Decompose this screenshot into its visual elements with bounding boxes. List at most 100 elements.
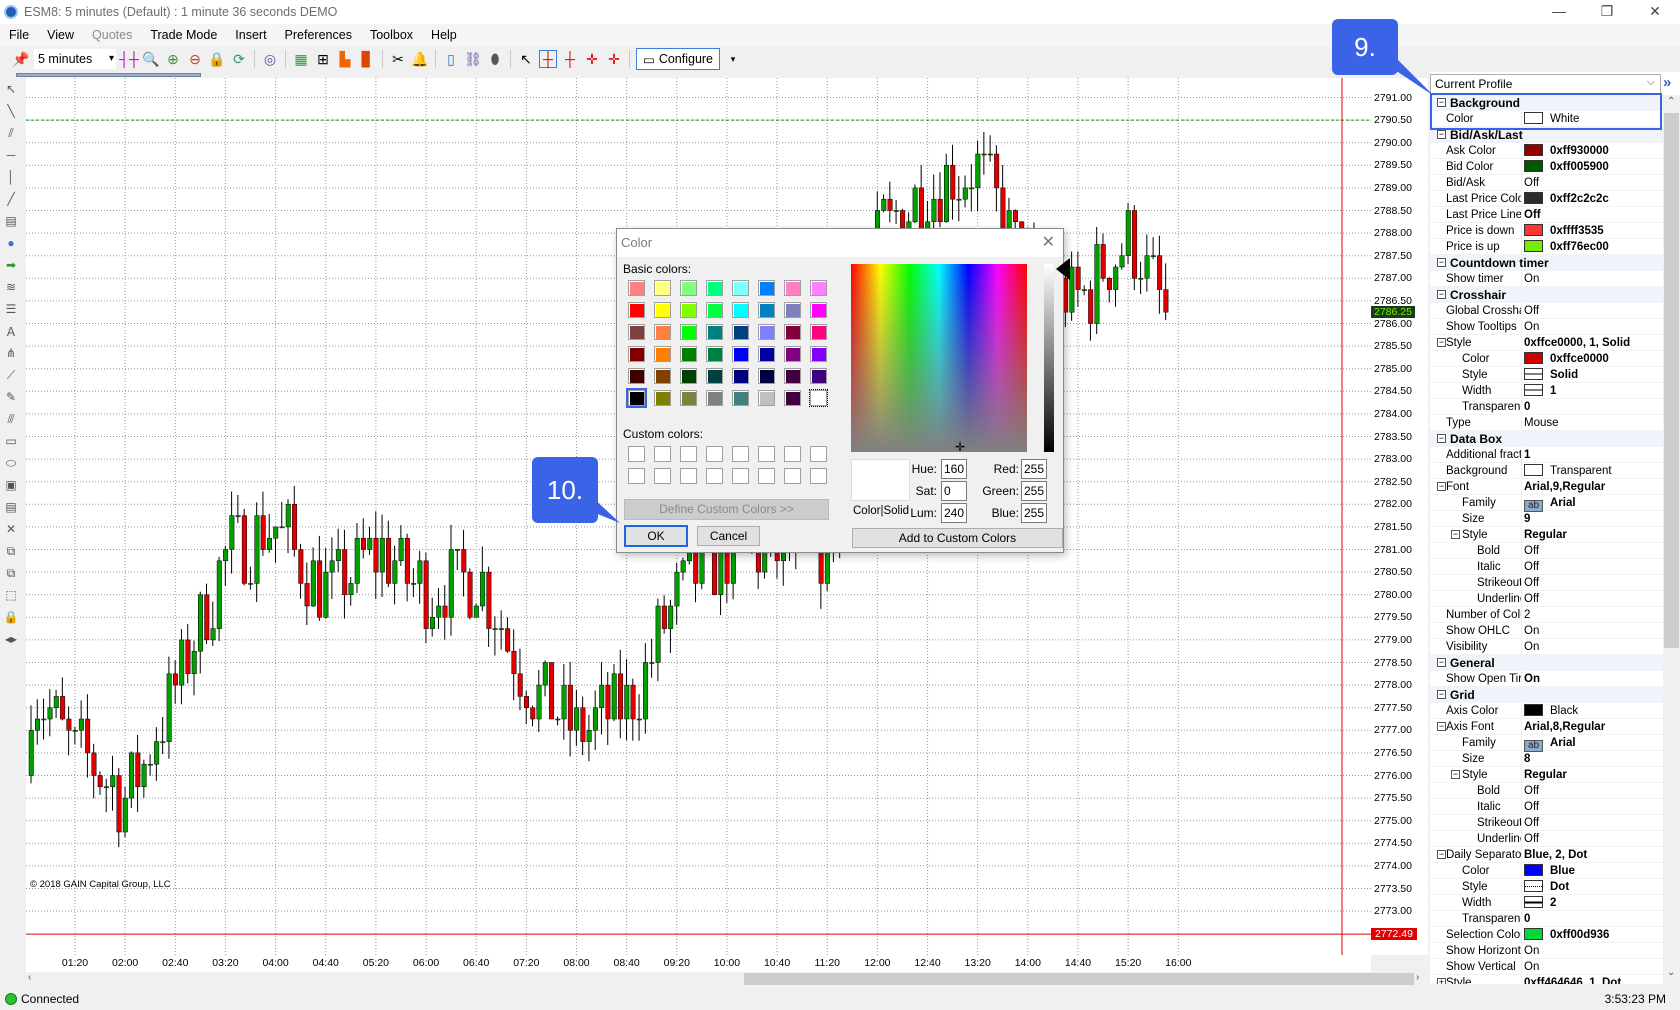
layers-tool-icon[interactable]: ⧉ — [0, 562, 22, 584]
property-value[interactable]: Off — [1521, 543, 1539, 559]
property-value[interactable]: ab Arial — [1521, 735, 1576, 752]
property-row[interactable]: Type Mouse — [1430, 415, 1663, 431]
close-button[interactable]: ✕ — [1632, 0, 1678, 24]
collapse-icon[interactable]: − — [1437, 722, 1446, 731]
collapse-icon[interactable]: − — [1437, 434, 1446, 443]
property-row[interactable]: Ask Color 0xff930000 — [1430, 143, 1663, 159]
property-value[interactable]: On — [1521, 959, 1539, 975]
property-row[interactable]: Transparenc 0 — [1430, 399, 1663, 415]
lock-tool-icon[interactable]: 🔒 — [0, 606, 22, 628]
basic-color-swatch[interactable] — [732, 280, 749, 296]
property-category[interactable]: − Crosshair — [1430, 287, 1663, 303]
menu-preferences[interactable]: Preferences — [276, 28, 361, 42]
basic-color-swatch[interactable] — [810, 280, 827, 296]
menu-file[interactable]: File — [0, 28, 38, 42]
property-row[interactable]: Italic Off — [1430, 799, 1663, 815]
parallel-lines-tool-icon[interactable]: ⫽ — [0, 122, 22, 144]
basic-color-swatch[interactable] — [810, 302, 827, 318]
basic-color-swatch[interactable] — [680, 368, 697, 384]
pointer-tool-icon[interactable]: ↖ — [0, 78, 22, 100]
collapse-icon[interactable]: − — [1451, 530, 1460, 539]
channel-tool-icon[interactable]: ⫻ — [0, 408, 22, 430]
property-value[interactable]: 1 — [1521, 447, 1530, 463]
property-row[interactable]: + Style 0xff464646, 1, Dot — [1430, 975, 1663, 984]
custom-color-swatch[interactable] — [810, 446, 827, 462]
property-row[interactable]: Number of Colu 2 — [1430, 607, 1663, 623]
basic-color-swatch[interactable] — [758, 346, 775, 362]
basic-color-swatch[interactable] — [784, 368, 801, 384]
custom-color-swatch[interactable] — [810, 468, 827, 484]
property-row[interactable]: Price is down 0xffff3535 — [1430, 223, 1663, 239]
basic-color-swatch[interactable] — [628, 280, 645, 296]
fib-text-tool-icon[interactable]: Ａ — [0, 320, 22, 342]
property-value[interactable]: 2 — [1521, 607, 1530, 623]
property-row[interactable]: Color 0xffce0000 — [1430, 351, 1663, 367]
zoom-icon[interactable]: 🔍 — [142, 50, 160, 68]
property-row[interactable]: Family ab Arial — [1430, 735, 1663, 752]
basic-color-swatch[interactable] — [680, 302, 697, 318]
property-row[interactable]: Bold Off — [1430, 543, 1663, 559]
horizontal-line-tool-icon[interactable]: ─ — [0, 144, 22, 166]
property-value[interactable]: 0xff2c2c2c — [1521, 191, 1609, 207]
property-value[interactable]: Black — [1521, 703, 1578, 719]
property-row[interactable]: − Font Arial,9,Regular — [1430, 479, 1663, 495]
menu-insert[interactable]: Insert — [226, 28, 275, 42]
basic-color-swatch[interactable] — [784, 280, 801, 296]
basic-color-swatch[interactable] — [732, 302, 749, 318]
property-value[interactable]: Blue, 2, Dot — [1521, 847, 1587, 863]
property-value[interactable]: 0xff930000 — [1521, 143, 1609, 159]
property-row[interactable]: Global Crossha Off — [1430, 303, 1663, 319]
custom-color-swatch[interactable] — [732, 468, 749, 484]
horizontal-scrollbar[interactable]: ‹ › — [26, 972, 1426, 986]
property-row[interactable]: Show Tooltips On — [1430, 319, 1663, 335]
basic-color-swatch[interactable] — [758, 390, 775, 406]
property-scrollbar[interactable]: ⌃ ⌄ — [1663, 95, 1680, 984]
basic-color-swatch[interactable] — [706, 280, 723, 296]
basic-color-swatch[interactable] — [680, 280, 697, 296]
basic-color-swatch[interactable] — [626, 388, 647, 408]
property-row[interactable]: Show Vertical On — [1430, 959, 1663, 975]
property-row[interactable]: Show OHLC On — [1430, 623, 1663, 639]
basic-color-swatch[interactable] — [758, 280, 775, 296]
property-row[interactable]: Show timer On — [1430, 271, 1663, 287]
basic-color-swatch[interactable] — [732, 390, 749, 406]
basic-color-swatch[interactable] — [654, 346, 671, 362]
property-row[interactable]: Show Open Tir On — [1430, 671, 1663, 687]
property-category[interactable]: − Countdown timer — [1430, 255, 1663, 271]
property-value[interactable]: 0 — [1521, 911, 1530, 927]
basic-color-swatch[interactable] — [706, 390, 723, 406]
custom-color-swatch[interactable] — [680, 446, 697, 462]
color-spectrum[interactable]: ✛ — [851, 264, 1027, 453]
property-row[interactable]: − Style Regular — [1430, 527, 1663, 543]
custom-color-swatch[interactable] — [680, 468, 697, 484]
basic-color-swatch[interactable] — [654, 302, 671, 318]
property-value[interactable]: Solid — [1521, 367, 1578, 383]
custom-color-swatch[interactable] — [758, 468, 775, 484]
basic-color-swatch[interactable] — [680, 346, 697, 362]
blue-input[interactable]: 255 — [1021, 503, 1047, 523]
define-custom-colors-button[interactable]: Define Custom Colors >> — [624, 499, 829, 520]
collapse-icon[interactable]: − — [1437, 690, 1446, 699]
property-value[interactable]: Off — [1521, 815, 1539, 831]
property-value[interactable]: 0xff00d936 — [1521, 927, 1609, 943]
property-row[interactable]: Bold Off — [1430, 783, 1663, 799]
property-row[interactable]: Show Horizont On — [1430, 943, 1663, 959]
property-row[interactable]: Width 2 — [1430, 895, 1663, 911]
menu-toolbox[interactable]: Toolbox — [361, 28, 422, 42]
property-value[interactable]: Blue — [1521, 863, 1575, 879]
zoom-out-icon[interactable]: ⊖ — [186, 50, 204, 68]
expand-icon[interactable]: + — [1437, 978, 1446, 984]
property-value[interactable]: Regular — [1521, 527, 1567, 543]
property-row[interactable]: Width 1 — [1430, 383, 1663, 399]
property-row[interactable]: Size 8 — [1430, 751, 1663, 767]
property-value[interactable]: Dot — [1521, 879, 1569, 895]
dialog-close-button[interactable]: ✕ — [1042, 229, 1055, 257]
collapse-icon[interactable]: − — [1437, 130, 1446, 139]
property-row[interactable]: Style Solid — [1430, 367, 1663, 383]
custom-color-swatch[interactable] — [732, 446, 749, 462]
crosshair-icon[interactable]: ┼ — [561, 50, 579, 68]
basic-color-swatch[interactable] — [758, 324, 775, 340]
basic-color-swatch[interactable] — [810, 346, 827, 362]
ok-button[interactable]: OK — [624, 525, 688, 547]
profile-select[interactable]: Current Profile — [1430, 73, 1661, 94]
